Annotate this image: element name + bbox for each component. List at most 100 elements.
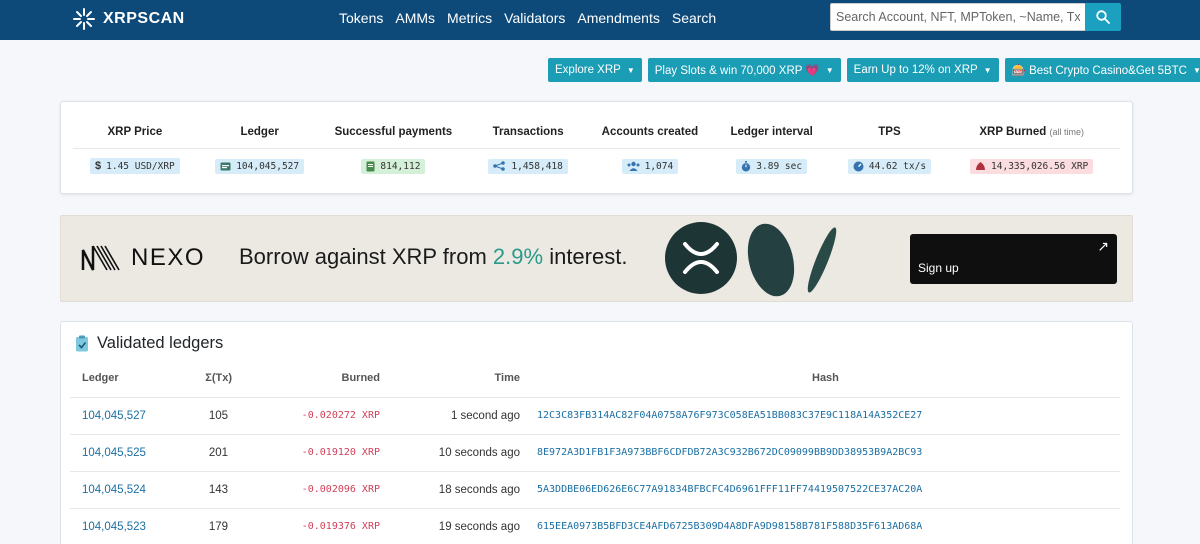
stat-value: 1,458,418 <box>511 160 563 172</box>
nexo-ad-banner[interactable]: NEXO Borrow against XRP from 2.9% intere… <box>60 215 1133 302</box>
burned-amount: -0.002096 XRP <box>301 484 380 495</box>
tagline-highlight: 2.9% <box>492 244 544 269</box>
stat-transactions: 1,458,418 <box>488 158 568 174</box>
stat-label-burned-sub: (all time) <box>1049 127 1084 137</box>
stopwatch-icon <box>742 160 751 171</box>
stat-accounts: 1,074 <box>621 158 679 174</box>
table-row: 104,045,523 179 -0.019376 XRP 19 seconds… <box>70 508 1120 544</box>
table-row: 104,045,527 105 -0.020272 XRP 1 second a… <box>70 397 1120 434</box>
stat-label-burned-text: XRP Burned <box>979 126 1047 138</box>
nexo-logo-icon <box>81 245 120 271</box>
stat-value: 3.89 sec <box>756 160 803 172</box>
table-row: 104,045,524 143 -0.002096 XRP 18 seconds… <box>70 471 1120 508</box>
stat-label-xrp-price: XRP Price <box>107 126 163 138</box>
xrpscan-logo-icon <box>73 8 95 30</box>
logo[interactable]: XRPSCAN <box>73 7 185 31</box>
top-navbar: XRPSCAN Tokens AMMs Metrics Validators A… <box>0 0 1200 40</box>
promo-label: Play Slots & win 70,000 XRP 💗 <box>654 65 820 77</box>
stats-header-row: XRP Price Ledger Successful payments Tra… <box>73 125 1120 139</box>
ledgers-title-text: Validated ledgers <box>97 334 224 352</box>
clipboard-check-icon <box>76 335 88 352</box>
stat-value: 44.62 tx/s <box>868 160 927 172</box>
stat-value: 814,112 <box>380 160 421 172</box>
stat-burned: 14,335,026.56 XRP <box>970 158 1094 174</box>
ledger-link[interactable]: 104,045,527 <box>82 410 146 422</box>
nav-tokens[interactable]: Tokens <box>339 10 383 26</box>
tx-count: 179 <box>208 521 228 533</box>
signup-label: Sign up <box>918 261 959 275</box>
col-hash: Hash <box>812 372 839 384</box>
nav-metrics[interactable]: Metrics <box>447 10 492 26</box>
col-tx: Σ(Tx) <box>205 372 232 384</box>
tagline-post: interest. <box>543 244 628 269</box>
search-form <box>830 3 1121 31</box>
ledgers-table-header: Ledger Σ(Tx) Burned Time Hash <box>70 372 1120 388</box>
stat-value: 1,074 <box>644 160 674 172</box>
stat-value: 104,045,527 <box>236 160 300 172</box>
search-input[interactable] <box>830 3 1085 31</box>
stat-payments: 814,112 <box>361 158 426 174</box>
tx-count: 105 <box>208 410 228 422</box>
stat-label-accounts: Accounts created <box>601 126 699 138</box>
nexo-brand: NEXO <box>81 244 205 272</box>
col-ledger: Ledger <box>82 372 119 384</box>
caret-down-icon: ▼ <box>825 65 834 75</box>
ledger-link[interactable]: 104,045,525 <box>82 447 146 459</box>
stat-ledger[interactable]: 104,045,527 <box>215 158 305 174</box>
caret-down-icon: ▼ <box>626 65 635 75</box>
banner-tagline: Borrow against XRP from 2.9% interest. <box>239 244 627 270</box>
network-icon <box>493 161 506 171</box>
stat-label-payments: Successful payments <box>334 126 453 138</box>
stat-label-burned: XRP Burned (all time) <box>979 126 1084 138</box>
search-button[interactable] <box>1085 3 1121 31</box>
nexo-name: NEXO <box>131 244 206 271</box>
ledger-hash-link[interactable]: 12C3C83FB314AC82F04A0758A76F973C058EA51B… <box>537 410 922 421</box>
stat-value: 1.45 USD/XRP <box>106 160 175 172</box>
network-stats-card: XRP Price Ledger Successful payments Tra… <box>60 101 1133 194</box>
stats-value-row: $1.45 USD/XRP 104,045,527 814,112 1,458,… <box>73 158 1120 174</box>
ledger-time: 10 seconds ago <box>438 447 520 459</box>
tx-count: 201 <box>208 447 228 459</box>
nav-amendments[interactable]: Amendments <box>577 10 659 26</box>
logo-text: XRPSCAN <box>103 10 185 27</box>
signup-button[interactable]: ↗ Sign up <box>910 234 1117 284</box>
ledger-hash-link[interactable]: 8E972A3D1FB1F3A973BBF6CDFDB72A3C932B672D… <box>537 447 922 458</box>
earn-up-button[interactable]: Earn Up to 12% on XRP ▼ <box>846 58 999 82</box>
burned-amount: -0.019376 XRP <box>301 521 380 532</box>
validated-ledgers-card: Validated ledgers Ledger Σ(Tx) Burned Ti… <box>60 321 1133 544</box>
stat-label-transactions: Transactions <box>492 126 564 138</box>
crypto-casino-button[interactable]: 🎰 Best Crypto Casino&Get 5BTC ▼ <box>1004 58 1200 82</box>
nav-validators[interactable]: Validators <box>504 10 565 26</box>
users-icon <box>627 161 640 171</box>
ledger-time: 18 seconds ago <box>438 484 520 496</box>
tagline-pre: Borrow against XRP from <box>239 244 493 269</box>
ledger-hash-link[interactable]: 5A3DDBE06ED626E6C77A91834BFBCFC4D6961FFF… <box>537 484 922 495</box>
nav-amms[interactable]: AMMs <box>395 10 435 26</box>
stat-xrp-price: $1.45 USD/XRP <box>90 158 180 174</box>
ledger-time: 1 second ago <box>450 410 520 422</box>
ledger-link[interactable]: 104,045,524 <box>82 484 146 496</box>
stat-label-interval: Ledger interval <box>730 126 813 138</box>
caret-down-icon: ▼ <box>1192 65 1200 75</box>
stat-label-tps: TPS <box>878 126 901 138</box>
ledger-link[interactable]: 104,045,523 <box>82 521 146 533</box>
search-icon <box>1096 10 1110 24</box>
explore-xrp-button[interactable]: Explore XRP ▼ <box>548 58 642 82</box>
ledger-hash-link[interactable]: 615EEA0973B5BFD3CE4AFD6725B309D4A8DFA9D9… <box>537 521 922 532</box>
nav-search[interactable]: Search <box>672 10 716 26</box>
promo-label: 🎰 Best Crypto Casino&Get 5BTC <box>1011 65 1187 77</box>
payment-icon <box>366 161 375 171</box>
xrp-coins-illustration <box>665 222 837 297</box>
play-slots-button[interactable]: Play Slots & win 70,000 XRP 💗 ▼ <box>647 58 841 82</box>
gauge-icon <box>853 161 864 171</box>
col-time: Time <box>494 372 520 384</box>
stat-interval: 3.89 sec <box>736 158 808 174</box>
caret-down-icon: ▼ <box>983 65 992 75</box>
fire-icon <box>976 162 986 170</box>
burned-amount: -0.020272 XRP <box>301 410 380 421</box>
main-nav: Tokens AMMs Metrics Validators Amendment… <box>339 0 716 36</box>
ledger-time: 19 seconds ago <box>438 521 520 533</box>
stat-value: 14,335,026.56 XRP <box>991 160 1089 172</box>
stats-divider <box>73 148 1120 149</box>
ledgers-title: Validated ledgers <box>75 334 223 353</box>
